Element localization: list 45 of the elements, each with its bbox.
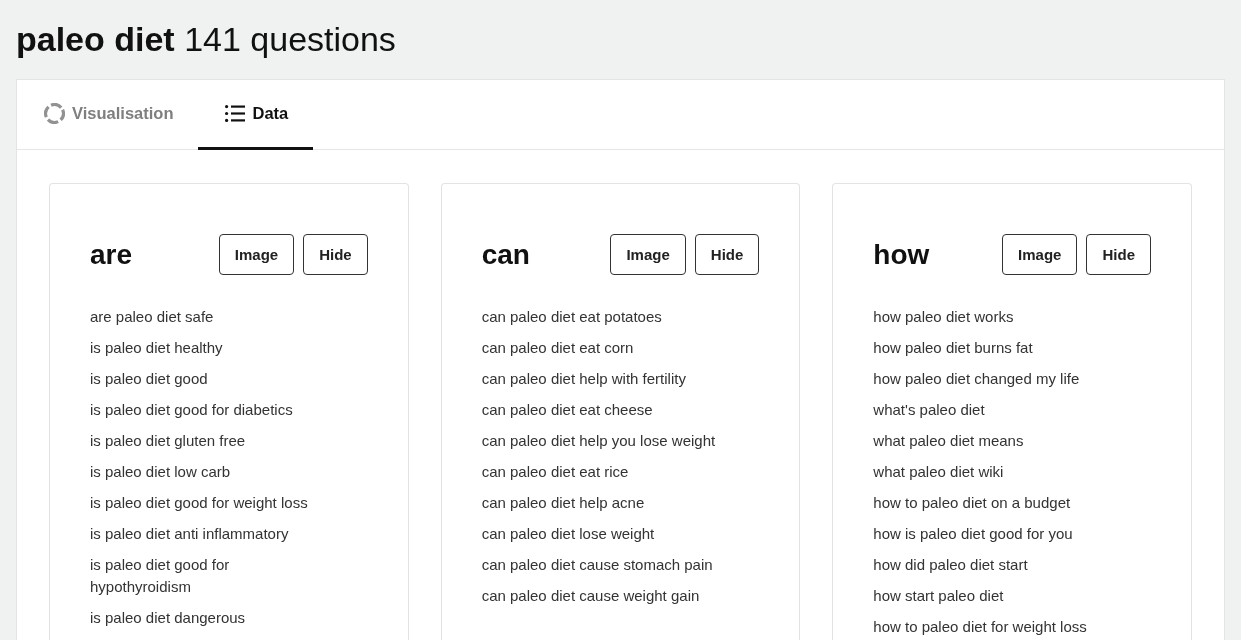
question-item: is paleo diet anti inflammatory [90, 524, 289, 544]
question-item: can paleo diet help with fertility [481, 369, 686, 389]
view-tab[interactable]: Visualisation [17, 80, 199, 150]
question-item: how paleo diet works [873, 307, 1014, 327]
question-item: is paleo diet gluten free [90, 431, 246, 451]
question-item: can paleo diet eat potatoes [481, 307, 662, 327]
question-item: is paleo diet good for diabetics [90, 400, 293, 420]
question-item: what paleo diet means [873, 431, 1024, 451]
question-item: what's paleo diet [873, 400, 985, 420]
hide-button[interactable]: Hide [1086, 234, 1151, 275]
question-item: can paleo diet lose weight [481, 524, 655, 544]
question-item: how start paleo diet [873, 586, 1004, 606]
question-item: can paleo diet help you lose weight [481, 431, 716, 451]
question-item: is paleo diet dangerous [90, 608, 246, 628]
list-icon [225, 105, 246, 122]
ring-icon [44, 103, 65, 124]
question-item: can paleo diet cause weight gain [481, 586, 700, 606]
question-item: is paleo diet good for weight loss [90, 493, 308, 513]
group-heading: can [481, 237, 530, 272]
question-item: how paleo diet changed my life [873, 369, 1080, 389]
question-item: how paleo diet burns fat [873, 338, 1033, 358]
question-item: is paleo diet healthy [90, 338, 223, 358]
image-button[interactable]: Image [218, 234, 295, 275]
hide-button[interactable]: Hide [303, 234, 368, 275]
question-item: can paleo diet cause stomach pain [481, 555, 713, 575]
question-item: can paleo diet help acne [481, 493, 645, 513]
question-item: is paleo diet good for hypothyroidism [90, 555, 231, 597]
image-button[interactable]: Image [610, 234, 686, 275]
page-title: paleo diet 141 questions [16, 19, 396, 60]
group-heading: how [873, 237, 930, 272]
question-item: is paleo diet good [90, 369, 208, 389]
question-item: how is paleo diet good for you [873, 524, 1073, 544]
question-item: how did paleo diet start [873, 555, 1028, 575]
question-item: how to paleo diet on a budget [873, 493, 1071, 513]
question-item: is paleo diet low carb [90, 462, 231, 482]
question-item: are paleo diet safe [90, 307, 214, 327]
question-item: how to paleo diet for weight loss [873, 617, 1087, 637]
group-heading: are [90, 237, 133, 272]
hide-button[interactable]: Hide [694, 234, 760, 275]
view-tab[interactable]: Data [198, 80, 314, 150]
image-button[interactable]: Image [1002, 234, 1078, 275]
question-item: can paleo diet eat cheese [481, 400, 653, 420]
question-item: can paleo diet eat corn [481, 338, 634, 358]
question-item: can paleo diet eat rice [481, 462, 629, 482]
question-item: what paleo diet wiki [873, 462, 1004, 482]
